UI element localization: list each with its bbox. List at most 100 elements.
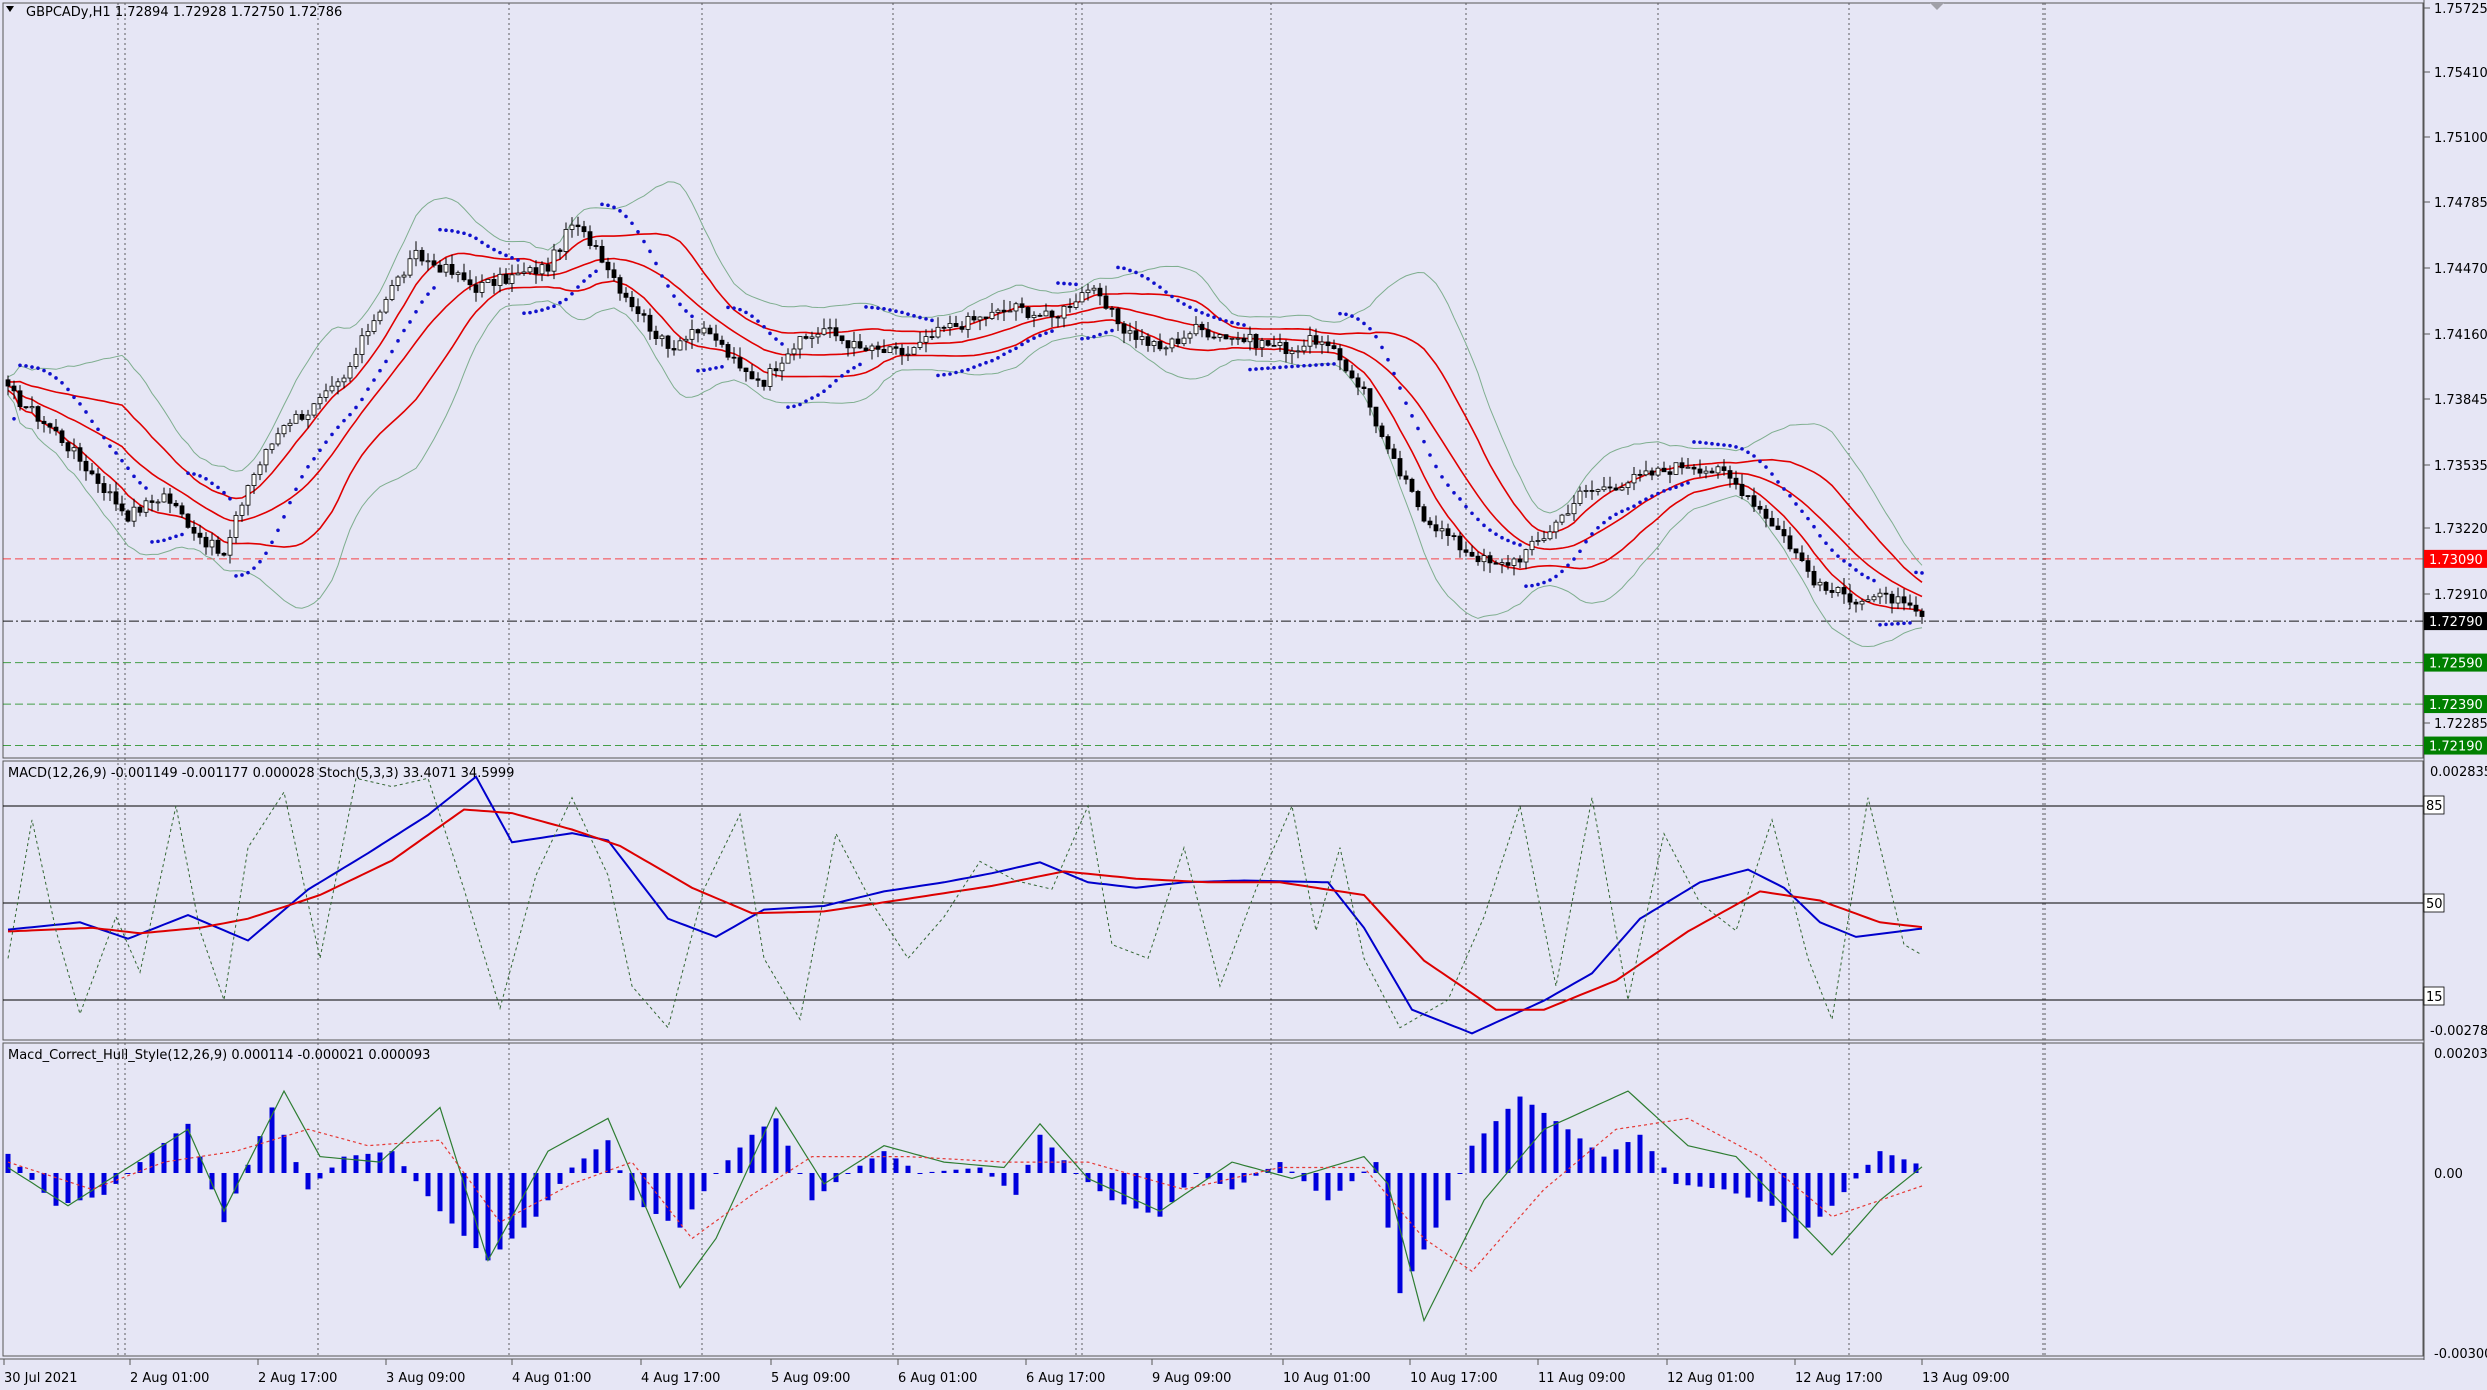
candle-body bbox=[1511, 558, 1517, 566]
sar-dot bbox=[804, 399, 808, 403]
sar-dot bbox=[1830, 548, 1834, 552]
candle-body bbox=[605, 261, 611, 271]
candle-body bbox=[287, 422, 293, 426]
histogram-bar bbox=[29, 1173, 35, 1180]
candle-body bbox=[419, 249, 425, 262]
sar-dot bbox=[252, 566, 256, 570]
sar-dot bbox=[546, 306, 550, 310]
sar-dot bbox=[672, 294, 676, 298]
candle-body bbox=[239, 504, 245, 516]
candle-body bbox=[617, 277, 623, 294]
candle-body bbox=[47, 423, 53, 428]
sar-dot bbox=[210, 481, 214, 486]
histogram-bar bbox=[1013, 1173, 1019, 1195]
histogram-bar bbox=[533, 1173, 539, 1217]
candle-body bbox=[1457, 535, 1463, 551]
histogram-bar bbox=[917, 1173, 923, 1174]
sar-dot bbox=[204, 477, 208, 481]
candle-body bbox=[497, 273, 503, 286]
sar-dot bbox=[456, 230, 460, 234]
candle-body bbox=[611, 269, 617, 278]
candle-body bbox=[1193, 323, 1199, 335]
sar-dot bbox=[1806, 516, 1810, 521]
sar-dot bbox=[1494, 532, 1498, 536]
candle-body bbox=[1409, 478, 1415, 492]
sar-dot bbox=[402, 328, 406, 333]
sar-dot bbox=[420, 300, 424, 304]
candle-body bbox=[263, 449, 269, 466]
candle-body bbox=[1919, 610, 1925, 617]
candle-body bbox=[1211, 336, 1217, 339]
sar-dot bbox=[702, 368, 706, 373]
candle-body bbox=[893, 346, 899, 349]
histogram-bar bbox=[401, 1166, 407, 1173]
histogram-bar bbox=[569, 1167, 575, 1173]
sar-dot bbox=[1692, 440, 1696, 444]
sar-dot bbox=[1134, 270, 1138, 275]
sar-dot bbox=[66, 387, 70, 392]
time-tick-label: 4 Aug 01:00 bbox=[512, 1371, 591, 1386]
sar-dot bbox=[144, 486, 148, 490]
histogram-bar bbox=[317, 1173, 323, 1179]
candle-body bbox=[959, 326, 965, 330]
sar-dot bbox=[1446, 483, 1450, 487]
sar-dot bbox=[966, 367, 970, 372]
candle-body bbox=[209, 539, 215, 548]
candle-body bbox=[977, 316, 983, 321]
sar-dot bbox=[1404, 401, 1408, 405]
sar-dot bbox=[72, 395, 76, 400]
sar-dot bbox=[744, 310, 748, 315]
sar-dot bbox=[234, 574, 238, 578]
trading-chart[interactable]: GBPCADy,H1 1.72894 1.72928 1.72750 1.727… bbox=[0, 0, 2487, 1390]
price-label-text: 1.72190 bbox=[2429, 740, 2483, 755]
sar-dot bbox=[1602, 520, 1606, 525]
sar-dot bbox=[1608, 516, 1612, 520]
histogram-bar bbox=[413, 1173, 419, 1182]
candle-body bbox=[95, 473, 101, 484]
sar-dot bbox=[972, 365, 976, 369]
histogram-bar bbox=[953, 1169, 959, 1173]
candle-body bbox=[1793, 548, 1799, 554]
sar-dot bbox=[1590, 532, 1594, 536]
sar-dot bbox=[1302, 363, 1306, 368]
sar-dot bbox=[582, 279, 586, 283]
sar-dot bbox=[1272, 365, 1276, 370]
histogram-bar bbox=[329, 1167, 335, 1173]
histogram-bar bbox=[1001, 1173, 1007, 1186]
sar-dot bbox=[1428, 453, 1432, 457]
sar-dot bbox=[84, 410, 88, 414]
sar-dot bbox=[480, 240, 484, 245]
candle-body bbox=[35, 406, 41, 422]
candle-body bbox=[323, 390, 329, 398]
sar-dot bbox=[1092, 334, 1096, 339]
sar-dot bbox=[558, 300, 562, 305]
sar-dot bbox=[1620, 509, 1624, 514]
histogram-bar bbox=[629, 1173, 635, 1201]
candle-body bbox=[1661, 467, 1667, 473]
sar-dot bbox=[1908, 621, 1912, 625]
sar-dot bbox=[54, 376, 58, 380]
histogram-bar bbox=[1805, 1173, 1811, 1228]
histogram-bar bbox=[1745, 1173, 1751, 1198]
sar-dot bbox=[408, 320, 412, 324]
candle-body bbox=[233, 515, 239, 538]
histogram-bar bbox=[437, 1173, 443, 1212]
candle-body bbox=[485, 278, 491, 283]
candle-body bbox=[797, 336, 803, 350]
sar-dot bbox=[1056, 281, 1060, 285]
sar-dot bbox=[954, 370, 958, 375]
candle-body bbox=[1307, 335, 1313, 347]
candle-body bbox=[1439, 528, 1445, 532]
sar-dot bbox=[1002, 352, 1006, 357]
time-tick-label: 13 Aug 09:00 bbox=[1922, 1371, 2010, 1386]
candle-body bbox=[1025, 307, 1031, 318]
sar-dot bbox=[1458, 497, 1462, 501]
sar-dot bbox=[1116, 265, 1120, 270]
price-label-text: 1.72590 bbox=[2429, 657, 2483, 672]
candle-body bbox=[1205, 329, 1211, 338]
sar-dot bbox=[1362, 321, 1366, 326]
histogram-bar bbox=[713, 1173, 719, 1174]
candle-body bbox=[443, 263, 449, 273]
histogram-bar bbox=[1529, 1104, 1535, 1173]
sar-dot bbox=[510, 256, 514, 260]
